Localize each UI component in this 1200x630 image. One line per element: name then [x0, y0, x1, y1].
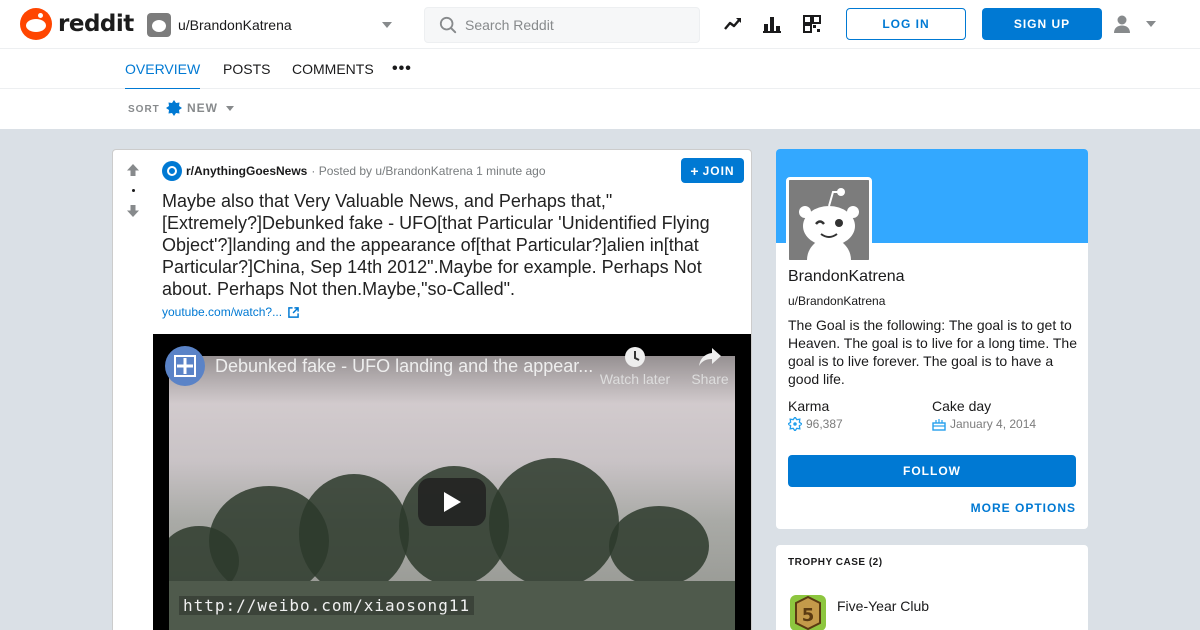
trophy-case-heading: TROPHY CASE (2) — [788, 557, 883, 568]
leaderboard-icon[interactable] — [760, 12, 784, 36]
channel-avatar-icon[interactable] — [165, 346, 205, 386]
share-button[interactable]: Share — [685, 346, 735, 387]
sort-label: SORT — [128, 104, 160, 115]
more-options-button[interactable]: MORE OPTIONS — [971, 501, 1076, 515]
svg-text:5: 5 — [802, 605, 815, 626]
five-year-club-trophy-icon: 5 — [790, 595, 826, 630]
subreddit-icon[interactable] — [162, 161, 182, 181]
downvote-icon[interactable] — [126, 204, 140, 218]
follow-button[interactable]: FOLLOW — [788, 455, 1076, 487]
play-button[interactable] — [418, 478, 486, 526]
tab-more-button[interactable]: ••• — [392, 49, 412, 89]
new-sparkle-icon — [166, 100, 182, 116]
search-input[interactable] — [465, 17, 685, 33]
logo-text: reddit — [58, 11, 134, 37]
current-page-label: u/BrandonKatrena — [178, 16, 292, 33]
profile-bio: The Goal is the following: The goal is t… — [788, 317, 1077, 387]
post-external-link[interactable]: youtube.com/watch?... — [162, 305, 299, 319]
post-card[interactable]: r/AnythingGoesNews · Posted by u/Brandon… — [112, 149, 752, 630]
signup-button[interactable]: SIGN UP — [982, 8, 1102, 40]
trophy-name: Five-Year Club — [837, 598, 930, 614]
search-bar[interactable] — [424, 7, 700, 43]
share-arrow-icon — [699, 348, 721, 366]
watch-later-button[interactable]: Watch later — [599, 346, 671, 387]
tab-posts[interactable]: POSTS — [223, 49, 270, 89]
plus-icon: + — [690, 162, 700, 179]
upvote-icon[interactable] — [126, 163, 140, 177]
vote-column — [113, 150, 153, 630]
user-icon — [1114, 15, 1130, 33]
cake-icon — [932, 419, 946, 431]
community-switcher[interactable]: u/BrandonKatrena — [140, 10, 402, 39]
sort-bar: SORT NEW — [0, 89, 1200, 129]
reddit-logo[interactable]: reddit — [20, 8, 134, 40]
snoo-avatar-icon — [789, 180, 869, 260]
tab-comments[interactable]: COMMENTS — [292, 49, 374, 89]
cakeday-label: Cake day — [932, 398, 992, 414]
clock-icon — [625, 347, 645, 367]
profile-avatar — [786, 177, 872, 263]
trophy-case-card: TROPHY CASE (2) 5 Five-Year Club — [776, 545, 1088, 630]
profile-card: BrandonKatrena u/BrandonKatrena The Goal… — [776, 149, 1088, 529]
join-label: JOIN — [702, 163, 735, 178]
chevron-down-icon — [382, 22, 392, 28]
vote-count-dot — [132, 189, 135, 192]
chevron-down-icon — [226, 105, 234, 111]
post-title[interactable]: Maybe also that Very Valuable News, and … — [162, 190, 742, 300]
tab-overview[interactable]: OVERVIEW — [125, 49, 201, 90]
share-label: Share — [691, 371, 729, 387]
karma-value: 96,387 — [806, 417, 843, 431]
sort-dropdown[interactable]: NEW — [166, 100, 234, 116]
reddit-alien-icon — [20, 8, 52, 40]
watch-later-label: Watch later — [599, 371, 671, 387]
profile-handle: u/BrandonKatrena — [788, 294, 886, 308]
profile-display-name: BrandonKatrena — [788, 268, 905, 285]
video-watermark: http://weibo.com/xiaosong11 — [179, 596, 475, 615]
posted-by-text: · Posted by u/BrandonKatrena 1 minute ag… — [311, 164, 546, 178]
external-link-icon — [288, 306, 299, 318]
user-menu-dropdown[interactable] — [1112, 12, 1162, 36]
sort-value: NEW — [187, 101, 218, 115]
top-header: reddit u/BrandonKatrena LOG IN SIGN UP — [0, 0, 1200, 49]
karma-value-row: 96,387 — [788, 417, 843, 431]
login-button[interactable]: LOG IN — [846, 8, 966, 40]
video-title[interactable]: Debunked fake - UFO landing and the appe… — [215, 356, 593, 377]
user-avatar-icon — [147, 12, 171, 37]
join-button[interactable]: + JOIN — [681, 158, 744, 183]
cakeday-value: January 4, 2014 — [950, 417, 1037, 431]
karma-icon — [788, 417, 802, 431]
profile-tabs: OVERVIEW POSTS COMMENTS — [0, 49, 1200, 90]
chevron-down-icon — [1146, 21, 1156, 27]
link-text: youtube.com/watch?... — [162, 305, 283, 319]
video-player[interactable]: Debunked fake - UFO landing and the appe… — [153, 334, 751, 630]
search-icon — [439, 16, 457, 34]
play-icon — [444, 492, 461, 512]
karma-label: Karma — [788, 398, 830, 414]
cakeday-value-row: January 4, 2014 — [932, 417, 1036, 431]
post-meta: r/AnythingGoesNews · Posted by u/Brandon… — [162, 161, 546, 181]
communities-icon[interactable] — [800, 12, 824, 36]
subreddit-link[interactable]: r/AnythingGoesNews — [186, 164, 307, 178]
trending-icon[interactable] — [721, 12, 745, 36]
